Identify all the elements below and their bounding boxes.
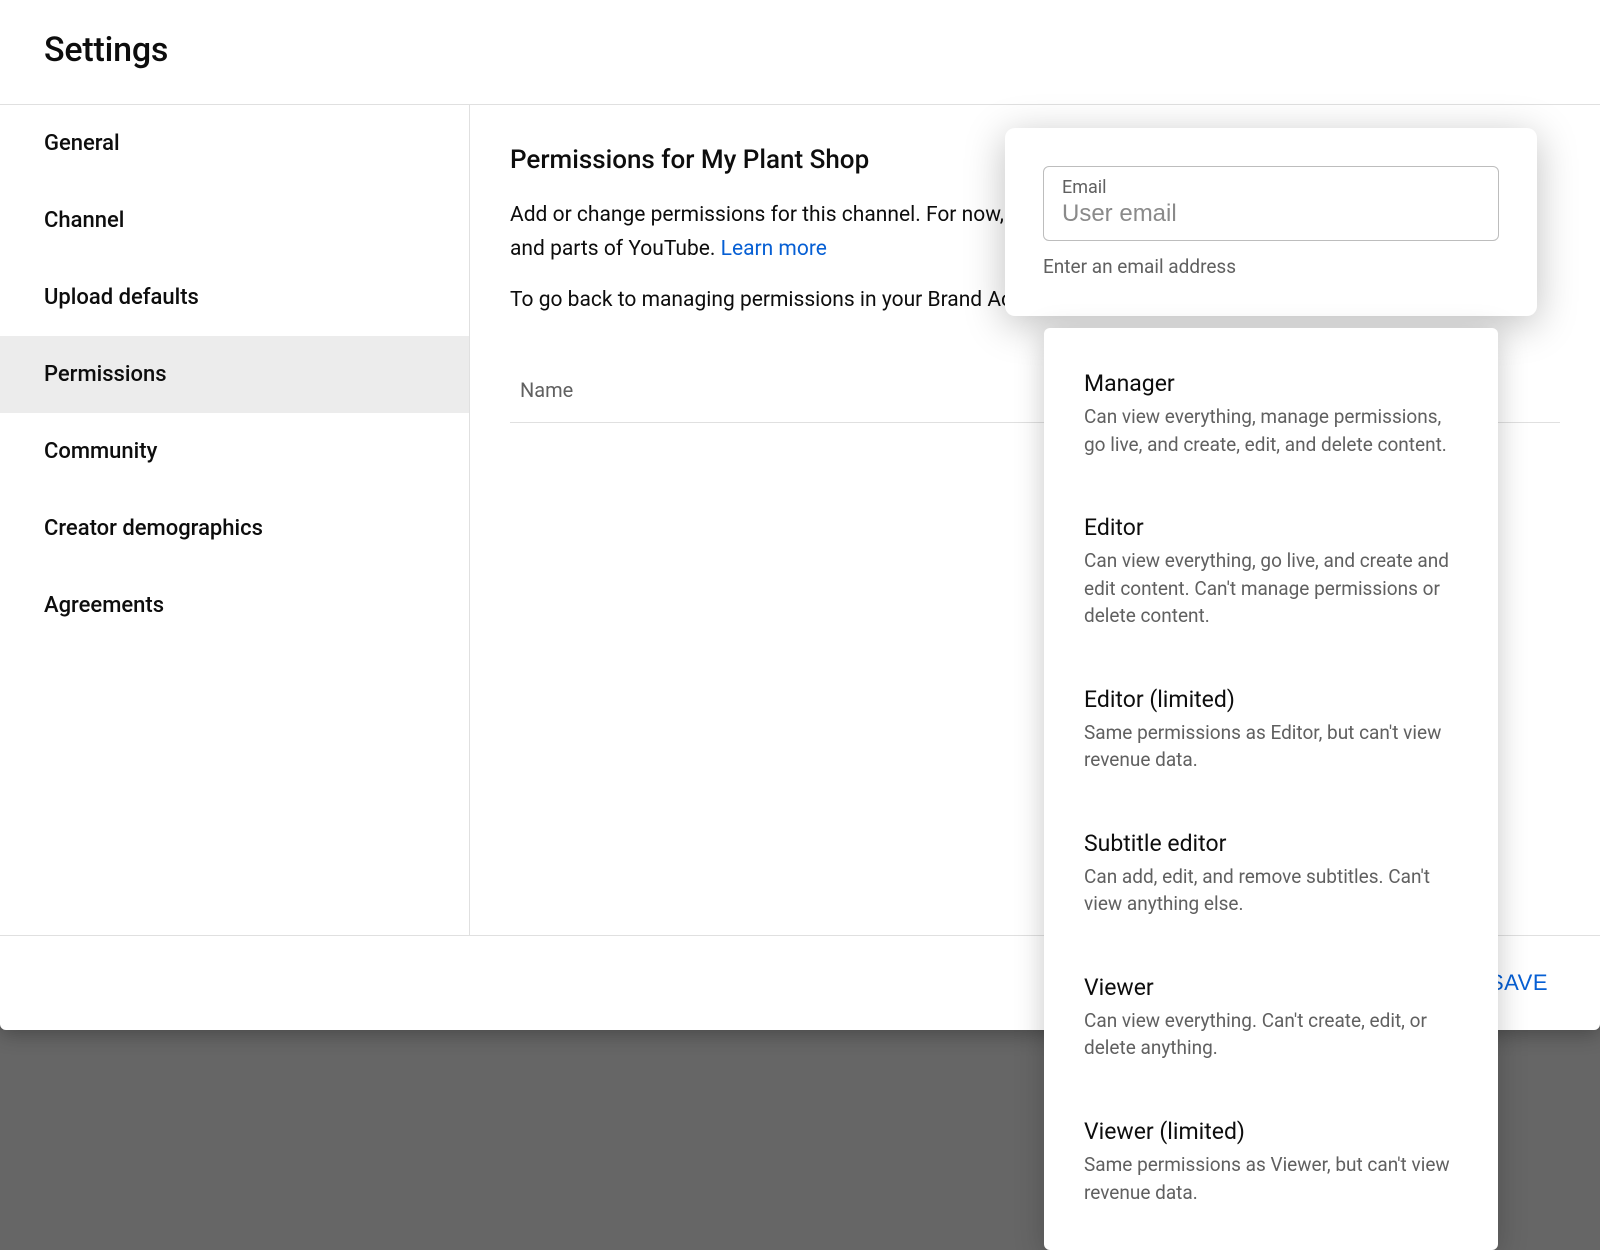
role-title: Viewer (limited) xyxy=(1084,1118,1458,1145)
role-title: Manager xyxy=(1084,370,1458,397)
role-option-manager[interactable]: Manager Can view everything, manage perm… xyxy=(1044,356,1498,474)
roles-dropdown: Manager Can view everything, manage perm… xyxy=(1044,328,1498,1250)
role-option-editor-limited[interactable]: Editor (limited) Same permissions as Edi… xyxy=(1044,672,1498,790)
sidebar-item-label: Community xyxy=(44,439,157,464)
email-label: Email xyxy=(1062,177,1480,198)
dialog-header: Settings xyxy=(0,0,1600,105)
email-input[interactable] xyxy=(1062,200,1480,228)
role-desc: Same permissions as Editor, but can't vi… xyxy=(1084,719,1458,774)
role-title: Editor (limited) xyxy=(1084,686,1458,713)
email-field[interactable]: Email xyxy=(1043,166,1499,241)
sidebar-item-upload-defaults[interactable]: Upload defaults xyxy=(0,259,469,336)
role-title: Editor xyxy=(1084,514,1458,541)
invite-popover: Email Enter an email address xyxy=(1005,128,1537,316)
role-option-viewer[interactable]: Viewer Can view everything. Can't create… xyxy=(1044,960,1498,1078)
role-option-viewer-limited[interactable]: Viewer (limited) Same permissions as Vie… xyxy=(1044,1104,1498,1222)
learn-more-link[interactable]: Learn more xyxy=(721,237,827,261)
role-desc: Can view everything, manage permissions,… xyxy=(1084,403,1458,458)
sidebar-item-general[interactable]: General xyxy=(0,105,469,182)
sidebar-item-agreements[interactable]: Agreements xyxy=(0,567,469,644)
sidebar-item-permissions[interactable]: Permissions xyxy=(0,336,469,413)
email-helper-text: Enter an email address xyxy=(1043,255,1499,278)
role-title: Subtitle editor xyxy=(1084,830,1458,857)
sidebar-item-label: General xyxy=(44,131,120,156)
role-desc: Can add, edit, and remove subtitles. Can… xyxy=(1084,863,1458,918)
role-desc: Same permissions as Viewer, but can't vi… xyxy=(1084,1151,1458,1206)
sidebar-item-creator-demographics[interactable]: Creator demographics xyxy=(0,490,469,567)
role-desc: Can view everything, go live, and create… xyxy=(1084,547,1458,630)
sidebar-item-label: Channel xyxy=(44,208,124,233)
sidebar-item-label: Permissions xyxy=(44,362,167,387)
settings-sidebar: General Channel Upload defaults Permissi… xyxy=(0,105,470,935)
sidebar-item-channel[interactable]: Channel xyxy=(0,182,469,259)
sidebar-item-label: Creator demographics xyxy=(44,516,263,541)
role-desc: Can view everything. Can't create, edit,… xyxy=(1084,1007,1458,1062)
dialog-title: Settings xyxy=(44,30,1556,70)
column-name: Name xyxy=(520,378,573,402)
role-option-subtitle-editor[interactable]: Subtitle editor Can add, edit, and remov… xyxy=(1044,816,1498,934)
role-option-editor[interactable]: Editor Can view everything, go live, and… xyxy=(1044,500,1498,646)
role-title: Viewer xyxy=(1084,974,1458,1001)
sidebar-item-community[interactable]: Community xyxy=(0,413,469,490)
sidebar-item-label: Agreements xyxy=(44,593,164,618)
sidebar-item-label: Upload defaults xyxy=(44,285,199,310)
